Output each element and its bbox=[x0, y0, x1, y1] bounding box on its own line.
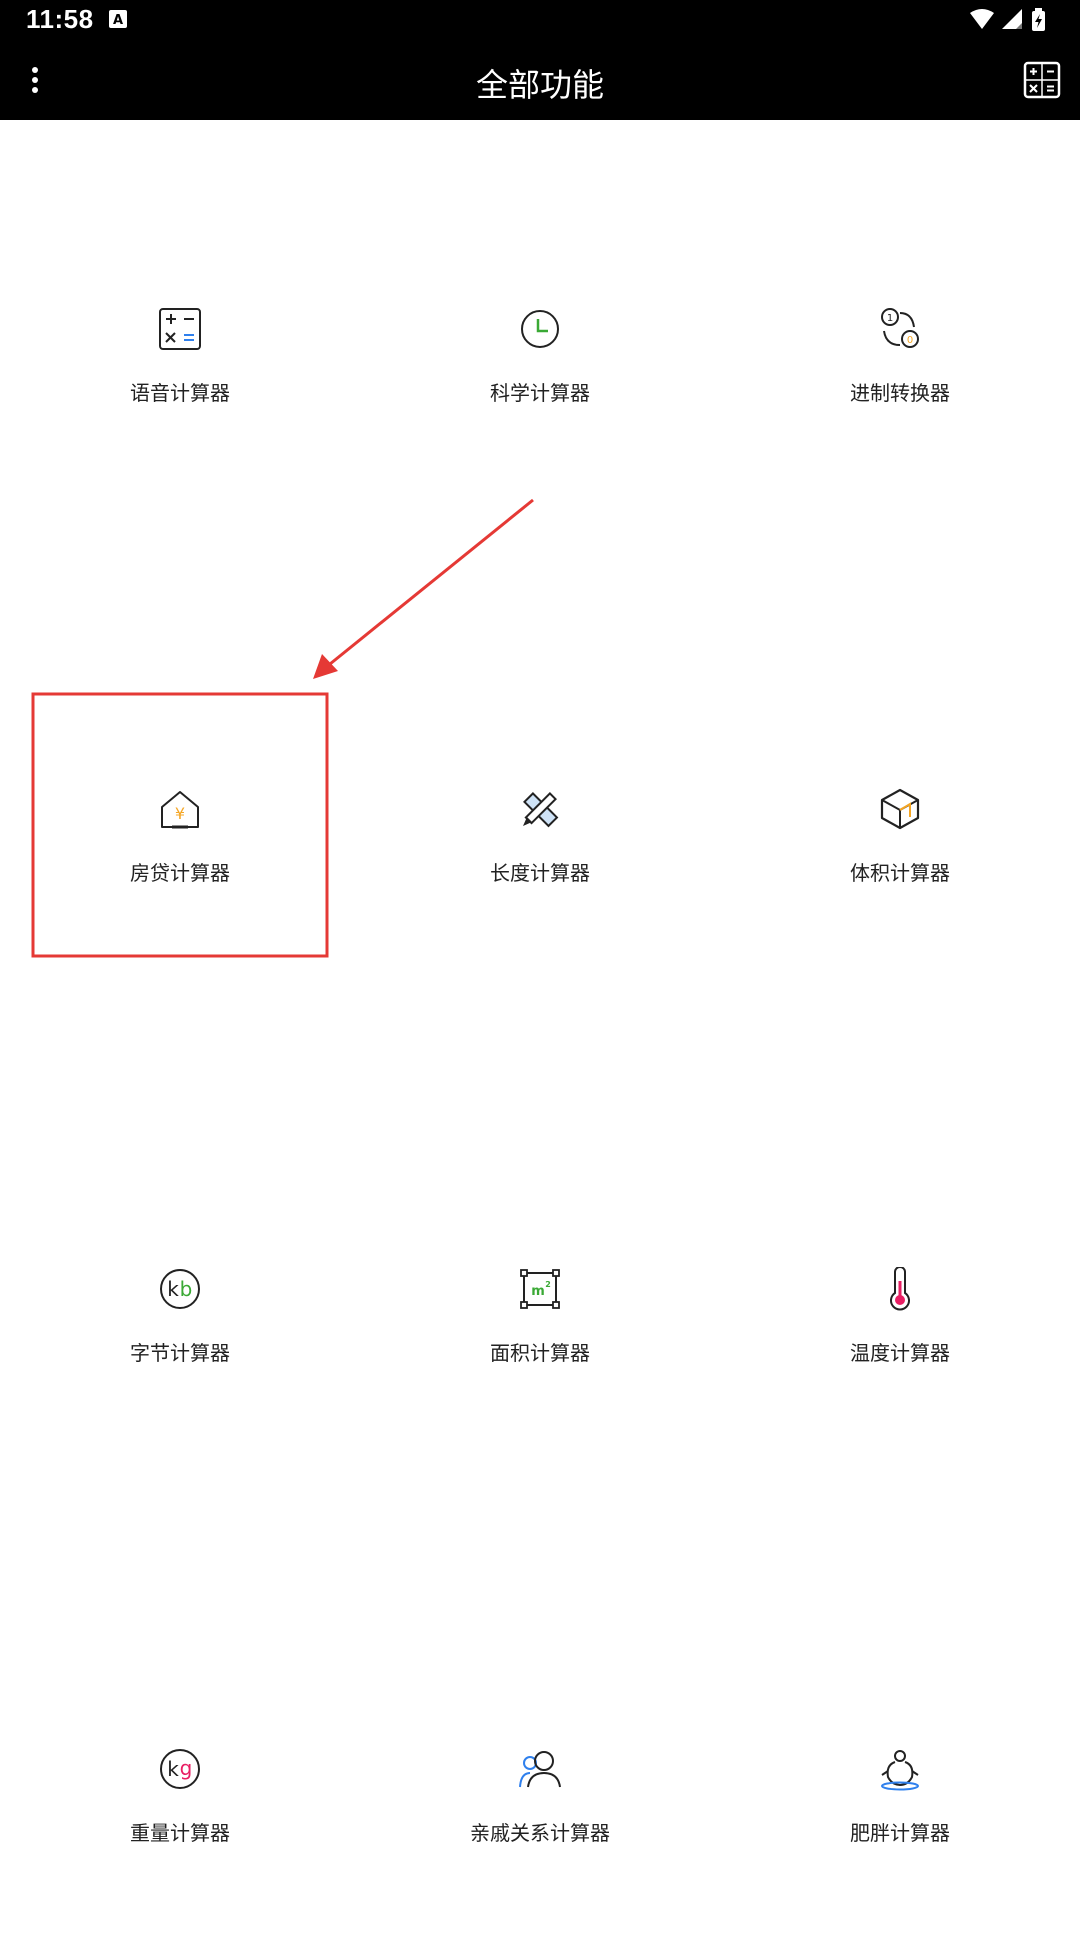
feature-label: 亲戚关系计算器 bbox=[470, 1821, 610, 1845]
battery-charging-icon bbox=[1032, 8, 1045, 31]
kb-icon: k b bbox=[158, 1267, 202, 1311]
calculator-icon bbox=[158, 307, 202, 351]
feature-label: 体积计算器 bbox=[850, 861, 950, 885]
signal-icon bbox=[1002, 9, 1022, 29]
status-bar: 11:58 A bbox=[0, 0, 1080, 40]
relatives-icon bbox=[518, 1747, 562, 1791]
feature-label: 科学计算器 bbox=[490, 381, 590, 405]
highlight-arrow bbox=[313, 498, 534, 679]
feature-byte-calculator[interactable]: k b 字节计算器 bbox=[0, 1267, 360, 1467]
feature-label: 进制转换器 bbox=[850, 381, 950, 405]
feature-scientific-calculator[interactable]: 科学计算器 bbox=[360, 307, 720, 507]
feature-weight-calculator[interactable]: k g 重量计算器 bbox=[0, 1747, 360, 1947]
clock-icon bbox=[518, 307, 562, 351]
feature-temperature-calculator[interactable]: 温度计算器 bbox=[720, 1266, 1080, 1467]
feature-label: 长度计算器 bbox=[490, 861, 590, 885]
body-fat-icon bbox=[878, 1747, 922, 1791]
feature-volume-calculator[interactable]: 体积计算器 bbox=[720, 787, 1080, 987]
kg-icon: k g bbox=[158, 1747, 202, 1791]
thermometer-icon bbox=[878, 1266, 922, 1311]
feature-mortgage-calculator[interactable]: ¥ 房贷计算器 bbox=[0, 787, 360, 987]
svg-text:m: m bbox=[531, 1284, 545, 1299]
feature-relatives-calculator[interactable]: 亲戚关系计算器 bbox=[360, 1747, 720, 1947]
svg-text:g: g bbox=[180, 1756, 193, 1780]
house-yuan-icon: ¥ bbox=[158, 787, 202, 831]
svg-text:b: b bbox=[180, 1277, 193, 1301]
app-bar: 全部功能 bbox=[0, 40, 1080, 120]
svg-text:1: 1 bbox=[887, 313, 893, 324]
svg-text:k: k bbox=[167, 1757, 179, 1781]
feature-label: 温度计算器 bbox=[850, 1341, 950, 1365]
page-title: 全部功能 bbox=[475, 66, 604, 104]
svg-text:2: 2 bbox=[545, 1280, 551, 1289]
svg-text:0: 0 bbox=[907, 335, 913, 346]
text-notification-icon: A bbox=[108, 9, 128, 33]
feature-base-converter[interactable]: 1 0 进制转换器 bbox=[720, 307, 1080, 507]
base-convert-icon: 1 0 bbox=[878, 307, 922, 351]
status-time: 11:58 bbox=[26, 4, 94, 34]
feature-length-calculator[interactable]: 长度计算器 bbox=[360, 787, 720, 987]
calculator-icon[interactable] bbox=[1022, 60, 1062, 100]
wifi-icon bbox=[970, 9, 994, 29]
feature-label: 面积计算器 bbox=[490, 1341, 590, 1365]
svg-text:A: A bbox=[113, 13, 123, 28]
status-icons bbox=[968, 7, 1058, 37]
feature-label: 肥胖计算器 bbox=[850, 1821, 950, 1845]
feature-label: 字节计算器 bbox=[130, 1341, 230, 1365]
feature-label: 重量计算器 bbox=[130, 1821, 230, 1845]
cube-icon bbox=[878, 787, 922, 831]
svg-text:k: k bbox=[167, 1277, 179, 1301]
feature-label: 语音计算器 bbox=[130, 381, 230, 405]
feature-area-calculator[interactable]: m 2 面积计算器 bbox=[360, 1267, 720, 1467]
svg-text:¥: ¥ bbox=[175, 804, 185, 823]
ruler-pencil-icon bbox=[518, 787, 562, 831]
feature-label: 房贷计算器 bbox=[130, 861, 230, 885]
area-m2-icon: m 2 bbox=[518, 1267, 562, 1311]
feature-obesity-calculator[interactable]: 肥胖计算器 bbox=[720, 1747, 1080, 1947]
feature-voice-calculator[interactable]: 语音计算器 bbox=[0, 307, 360, 507]
